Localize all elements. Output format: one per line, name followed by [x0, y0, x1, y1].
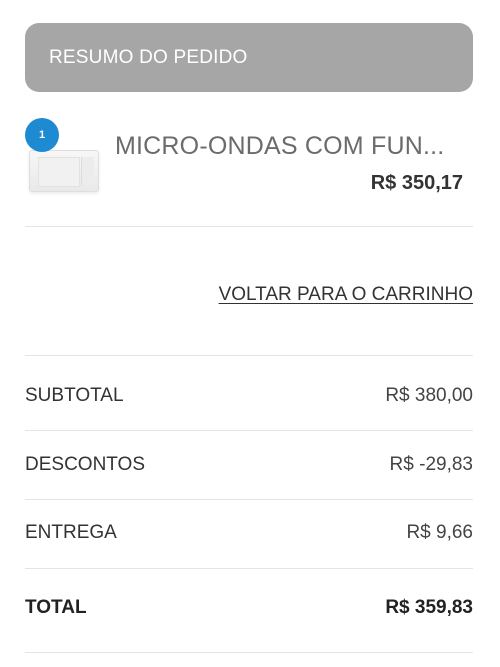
total-row: TOTAL R$ 359,83 [25, 574, 473, 642]
product-name: MICRO-ONDAS COM FUN... [115, 132, 445, 160]
quantity-badge: 1 [25, 118, 59, 152]
order-summary-title: RESUMO DO PEDIDO [49, 46, 248, 68]
back-to-cart-link[interactable]: VOLTAR PARA O CARRINHO [219, 284, 473, 306]
order-summary-header: RESUMO DO PEDIDO [25, 23, 473, 92]
discounts-label: DESCONTOS [25, 454, 146, 475]
divider [25, 652, 473, 653]
delivery-label: ENTREGA [25, 522, 117, 543]
discounts-value: R$ -29,83 [389, 454, 473, 475]
total-label: TOTAL [25, 597, 87, 618]
microwave-icon [29, 150, 99, 192]
discounts-row: DESCONTOS R$ -29,83 [25, 431, 473, 499]
subtotal-row: SUBTOTAL R$ 380,00 [25, 362, 473, 430]
cart-item: 1 MICRO-ONDAS COM FUN... R$ 350,17 [25, 112, 473, 207]
delivery-row: ENTREGA R$ 9,66 [25, 499, 473, 567]
product-price: R$ 350,17 [370, 172, 463, 194]
delivery-value: R$ 9,66 [406, 522, 473, 543]
subtotal-label: SUBTOTAL [25, 385, 124, 406]
divider [25, 355, 473, 356]
divider [25, 226, 473, 227]
total-value: R$ 359,83 [385, 597, 473, 618]
subtotal-value: R$ 380,00 [385, 385, 473, 406]
divider [25, 568, 473, 569]
